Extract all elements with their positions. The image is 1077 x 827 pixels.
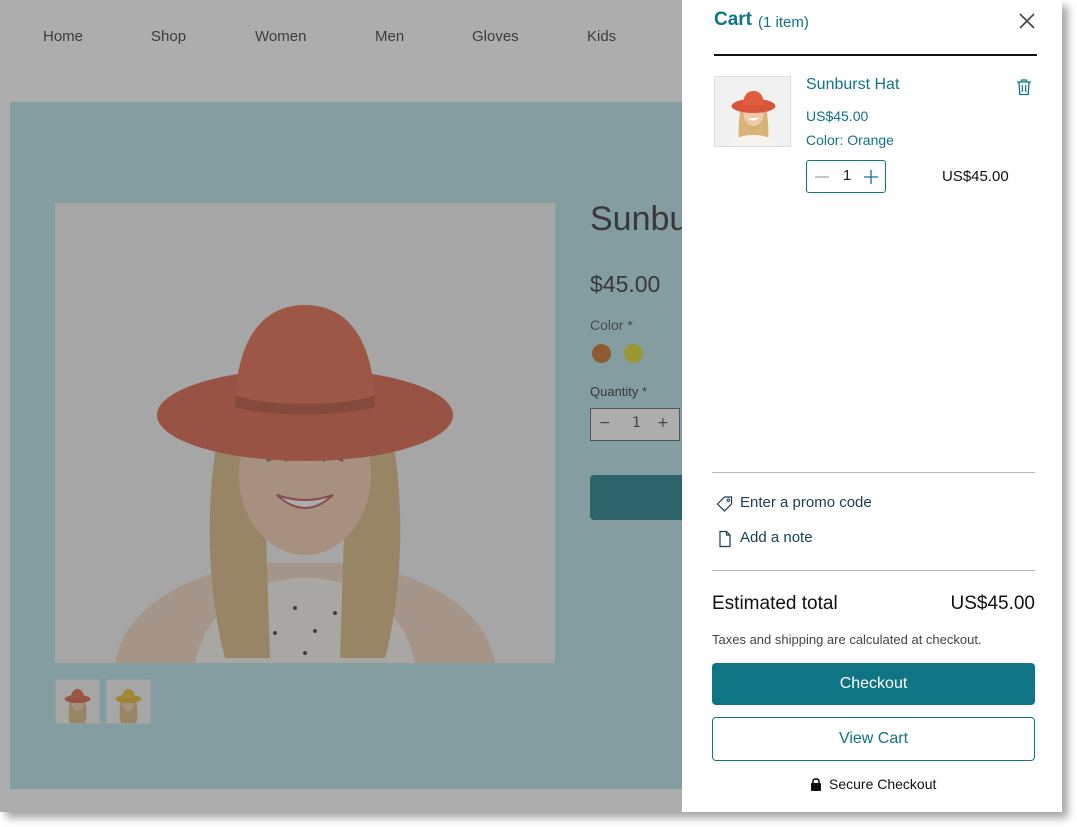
plus-icon[interactable] <box>862 168 880 186</box>
trash-icon[interactable] <box>1016 78 1032 96</box>
tax-note: Taxes and shipping are calculated at che… <box>712 632 982 647</box>
add-note-label: Add a note <box>740 529 813 546</box>
cart-item-color: Color: Orange <box>806 132 894 148</box>
cart-panel: Cart (1 item) Sunburst Hat US$45.00 Colo… <box>682 0 1062 812</box>
cart-item-line-total: US$45.00 <box>942 168 1009 185</box>
cart-item-image[interactable] <box>714 76 791 147</box>
cart-links-divider <box>712 570 1035 571</box>
cart-item-price: US$45.00 <box>806 108 869 124</box>
cart-item-count: (1 item) <box>758 14 809 31</box>
note-icon <box>716 530 734 548</box>
cart-item-quantity-stepper[interactable]: 1 <box>806 160 886 193</box>
cart-header-divider <box>714 54 1037 56</box>
estimated-total-label: Estimated total <box>712 593 838 614</box>
browser-viewport: Home Shop Women Men Gloves Kids Sunburst… <box>0 0 1062 812</box>
minus-icon[interactable] <box>813 168 831 186</box>
secure-checkout-label: Secure Checkout <box>829 776 937 792</box>
checkout-button[interactable]: Checkout <box>712 663 1035 705</box>
view-cart-button[interactable]: View Cart <box>712 717 1035 761</box>
tag-icon <box>716 495 734 513</box>
cart-item-quantity[interactable]: 1 <box>837 167 857 184</box>
cart-items-divider <box>712 472 1035 473</box>
page-dim-overlay[interactable] <box>0 0 682 812</box>
close-icon[interactable] <box>1018 12 1036 30</box>
lock-icon <box>810 776 822 791</box>
promo-code-label: Enter a promo code <box>740 494 872 511</box>
cart-title: Cart <box>714 9 753 30</box>
cart-item-name[interactable]: Sunburst Hat <box>806 76 899 94</box>
estimated-total-value: US$45.00 <box>950 593 1035 614</box>
